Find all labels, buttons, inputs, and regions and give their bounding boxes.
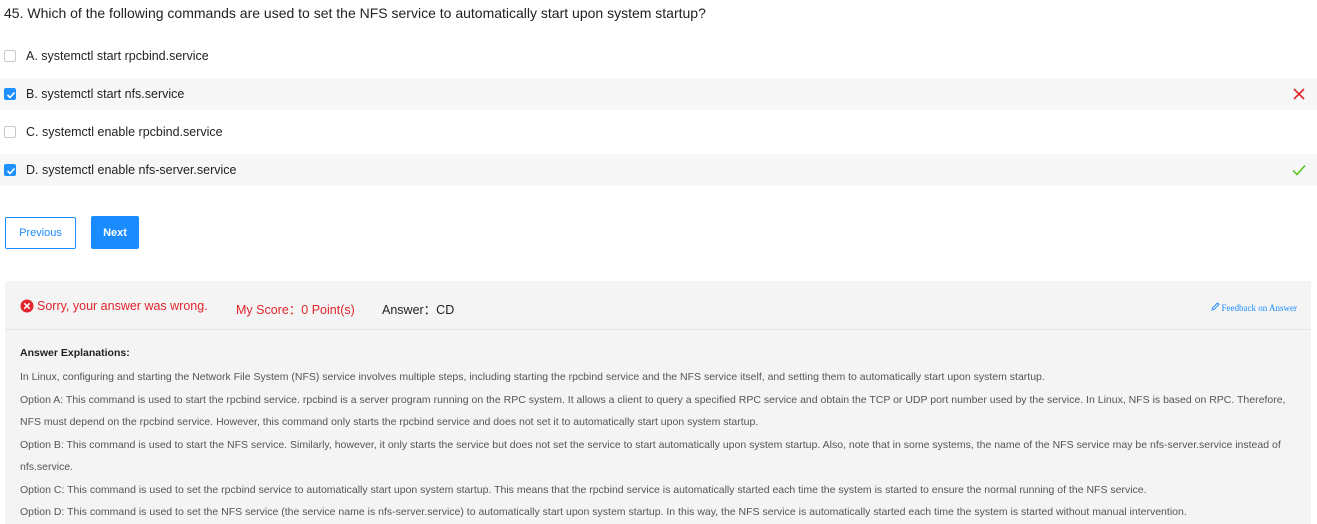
explanation-paragraph: In Linux, configuring and starting the N… <box>20 371 1045 383</box>
question-text: 45. Which of the following commands are … <box>4 5 706 21</box>
option-c-checkbox[interactable] <box>4 126 16 138</box>
next-button[interactable]: Next <box>91 216 139 249</box>
explanation-paragraph: Option B: This command is used to start … <box>20 438 1281 474</box>
explanation-title: Answer Explanations: <box>20 347 130 359</box>
option-b-checkbox[interactable] <box>4 88 16 100</box>
previous-button[interactable]: Previous <box>5 217 76 249</box>
explanation-paragraph: Option C: This command is used to set th… <box>20 483 1147 496</box>
option-b[interactable]: B. systemctl start nfs.service <box>0 78 1317 110</box>
feedback-link[interactable]: Feedback on Answer <box>1210 302 1297 313</box>
my-score: My Score：0 Point(s) <box>236 303 355 317</box>
option-a-checkbox[interactable] <box>4 50 16 62</box>
option-c-label: C. systemctl enable rpcbind.service <box>26 125 223 139</box>
check-icon <box>1291 162 1307 178</box>
option-d-label: D. systemctl enable nfs-server.service <box>26 163 237 177</box>
correct-answer: Answer：CD <box>382 303 455 317</box>
result-header: Sorry, your answer was wrong. My Score：0… <box>5 281 1311 330</box>
explanation-body: In Linux, configuring and starting the N… <box>20 366 1300 524</box>
option-d[interactable]: D. systemctl enable nfs-server.service <box>0 154 1317 186</box>
option-a-label: A. systemctl start rpcbind.service <box>26 49 209 63</box>
option-a[interactable]: A. systemctl start rpcbind.service <box>0 40 1317 72</box>
options-list: A. systemctl start rpcbind.service B. sy… <box>0 40 1317 192</box>
close-icon <box>1291 86 1307 102</box>
edit-icon <box>1210 302 1220 313</box>
feedback-label: Feedback on Answer <box>1221 302 1297 313</box>
explanation-paragraph: Option D: This command is used to set th… <box>20 506 1187 518</box>
explanation-paragraph: Option A: This command is used to start … <box>20 393 1286 429</box>
option-d-checkbox[interactable] <box>4 164 16 176</box>
option-b-label: B. systemctl start nfs.service <box>26 87 185 101</box>
option-c[interactable]: C. systemctl enable rpcbind.service <box>0 116 1317 148</box>
result-status: Sorry, your answer was wrong. <box>37 299 208 313</box>
result-panel: Sorry, your answer was wrong. My Score：0… <box>5 281 1311 524</box>
error-circle-icon <box>20 299 34 313</box>
